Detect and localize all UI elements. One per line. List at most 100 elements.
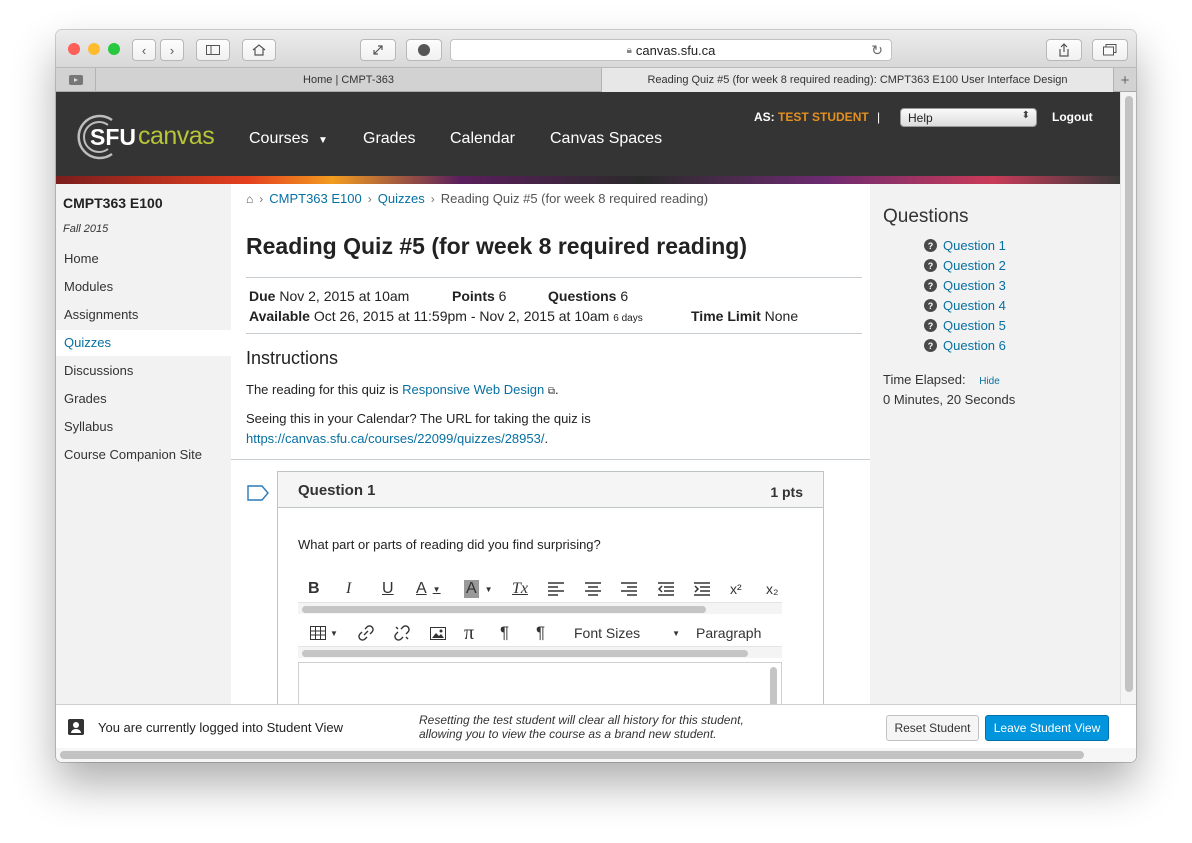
breadcrumb-quizzes-link[interactable]: Quizzes: [378, 191, 425, 206]
nav-calendar[interactable]: Calendar: [450, 130, 515, 148]
breadcrumb-current: Reading Quiz #5 (for week 8 required rea…: [440, 191, 709, 206]
sfu-canvas-logo[interactable]: SFU canvas: [72, 110, 215, 164]
image-button[interactable]: [430, 622, 446, 644]
paragraph-format-select[interactable]: Paragraph: [696, 622, 761, 644]
back-button[interactable]: ‹: [132, 39, 156, 61]
chevron-right-icon: ›: [430, 192, 435, 206]
font-sizes-select[interactable]: Font Sizes ▼: [574, 622, 680, 644]
indent-button[interactable]: [694, 578, 710, 600]
home-button[interactable]: [242, 39, 276, 61]
home-icon[interactable]: ⌂: [246, 192, 253, 206]
close-window-button[interactable]: [68, 43, 80, 55]
scrollbar-thumb[interactable]: [60, 751, 1084, 759]
questions-heading: Questions: [883, 206, 969, 227]
tab-overview-button[interactable]: [1092, 39, 1128, 61]
pinned-tab[interactable]: [56, 68, 96, 92]
bold-button[interactable]: B: [308, 578, 320, 600]
question-link-1[interactable]: ? Question 1: [924, 238, 1006, 253]
forward-button[interactable]: ›: [160, 39, 184, 61]
extension-button[interactable]: [406, 39, 442, 61]
responsive-web-design-link[interactable]: Responsive Web Design: [402, 382, 544, 397]
sidebar-item-home[interactable]: Home: [56, 246, 231, 272]
unlink-button[interactable]: [394, 622, 410, 644]
nav-grades[interactable]: Grades: [363, 130, 415, 148]
sidebar-item-course-companion-site[interactable]: Course Companion Site: [56, 442, 231, 468]
sidebar-item-quizzes[interactable]: Quizzes: [56, 330, 231, 356]
rtl-direction-button[interactable]: ¶: [536, 622, 545, 644]
question-link-6[interactable]: ? Question 6: [924, 338, 1006, 353]
share-button[interactable]: [1046, 39, 1082, 61]
caret-down-icon: ▼: [672, 628, 681, 638]
question-link-label: Question 6: [943, 338, 1006, 353]
ltr-direction-button[interactable]: ¶: [500, 622, 509, 644]
student-view-icon: [68, 719, 84, 735]
new-tab-button[interactable]: +: [1114, 68, 1136, 92]
math-equation-button[interactable]: π: [464, 622, 474, 644]
question-link-label: Question 4: [943, 298, 1006, 313]
caret-down-icon: ▼: [318, 135, 328, 146]
sidebar-toggle-button[interactable]: [196, 39, 230, 61]
reset-student-button[interactable]: Reset Student: [886, 715, 979, 741]
address-text: canvas.sfu.ca: [635, 42, 716, 58]
italic-button[interactable]: I: [346, 578, 351, 600]
sidebar-item-assignments[interactable]: Assignments: [56, 302, 231, 328]
reload-icon[interactable]: ↻: [871, 42, 883, 59]
background-color-button[interactable]: A ▼: [464, 578, 493, 600]
question-link-3[interactable]: ? Question 3: [924, 278, 1006, 293]
answer-editor[interactable]: [298, 662, 782, 704]
sidebar-item-grades[interactable]: Grades: [56, 386, 231, 412]
hide-timer-link[interactable]: Hide: [979, 376, 1000, 387]
sidebar-item-discussions[interactable]: Discussions: [56, 358, 231, 384]
sidebar-icon: [206, 45, 220, 55]
browser-window: ‹ › 🔒︎ canvas.sfu.ca ↻ Home | CMPT-363 R…: [56, 30, 1136, 762]
tab-home[interactable]: Home | CMPT-363: [96, 68, 602, 92]
nav-courses-label: Courses: [249, 130, 309, 147]
subscript-button[interactable]: x₂: [766, 578, 778, 600]
help-select[interactable]: Help ⬍: [900, 108, 1037, 127]
tabs-icon: [1103, 44, 1117, 56]
rtl-paragraph-icon: ¶: [536, 623, 546, 642]
horizontal-scrollbar[interactable]: [56, 748, 1136, 762]
logout-link[interactable]: Logout: [1052, 110, 1093, 124]
sidebar-item-modules[interactable]: Modules: [56, 274, 231, 300]
link-button[interactable]: [358, 622, 374, 644]
nav-canvas-spaces[interactable]: Canvas Spaces: [550, 130, 662, 148]
scrollbar-thumb[interactable]: [1125, 96, 1133, 692]
question-link-2[interactable]: ? Question 2: [924, 258, 1006, 273]
due-value: Nov 2, 2015 at 10am: [279, 288, 410, 304]
align-right-button[interactable]: [621, 578, 637, 600]
minimize-window-button[interactable]: [88, 43, 100, 55]
clear-formatting-button[interactable]: Tx: [512, 578, 528, 600]
course-title[interactable]: CMPT363 E100: [63, 195, 163, 211]
align-center-button[interactable]: [585, 578, 601, 600]
points-value: 6: [498, 288, 507, 304]
fullscreen-button[interactable]: [360, 39, 396, 61]
address-bar[interactable]: 🔒︎ canvas.sfu.ca ↻: [450, 39, 892, 61]
scrollbar-thumb[interactable]: [302, 606, 706, 613]
underline-button[interactable]: U: [382, 578, 394, 600]
superscript-button[interactable]: x²: [730, 578, 742, 600]
home-icon: [252, 44, 266, 56]
zoom-window-button[interactable]: [108, 43, 120, 55]
editor-toolbar-scrollbar-2[interactable]: [298, 646, 782, 658]
time-limit-label: Time Limit: [691, 308, 761, 324]
nav-courses[interactable]: Courses ▼: [249, 130, 328, 148]
text-color-button[interactable]: A ▼: [416, 578, 441, 600]
breadcrumb-course-link[interactable]: CMPT363 E100: [269, 191, 362, 206]
page-scrollbar[interactable]: [1120, 92, 1136, 704]
leave-student-view-button[interactable]: Leave Student View: [985, 715, 1109, 741]
external-link-icon: ⧉: [547, 386, 555, 397]
flag-question-icon[interactable]: [247, 485, 269, 501]
outdent-button[interactable]: [658, 578, 674, 600]
table-button[interactable]: ▼: [310, 622, 338, 644]
question-link-5[interactable]: ? Question 5: [924, 318, 1006, 333]
available-days: 6 days: [613, 313, 643, 324]
tab-reading-quiz[interactable]: Reading Quiz #5 (for week 8 required rea…: [602, 68, 1114, 92]
question-link-4[interactable]: ? Question 4: [924, 298, 1006, 313]
sidebar-item-syllabus[interactable]: Syllabus: [56, 414, 231, 440]
quiz-url-link[interactable]: https://canvas.sfu.ca/courses/22099/quiz…: [246, 431, 544, 446]
editor-scrollbar[interactable]: [770, 667, 777, 704]
scrollbar-thumb[interactable]: [302, 650, 748, 657]
align-left-button[interactable]: [548, 578, 564, 600]
editor-toolbar-scrollbar[interactable]: [298, 602, 782, 614]
